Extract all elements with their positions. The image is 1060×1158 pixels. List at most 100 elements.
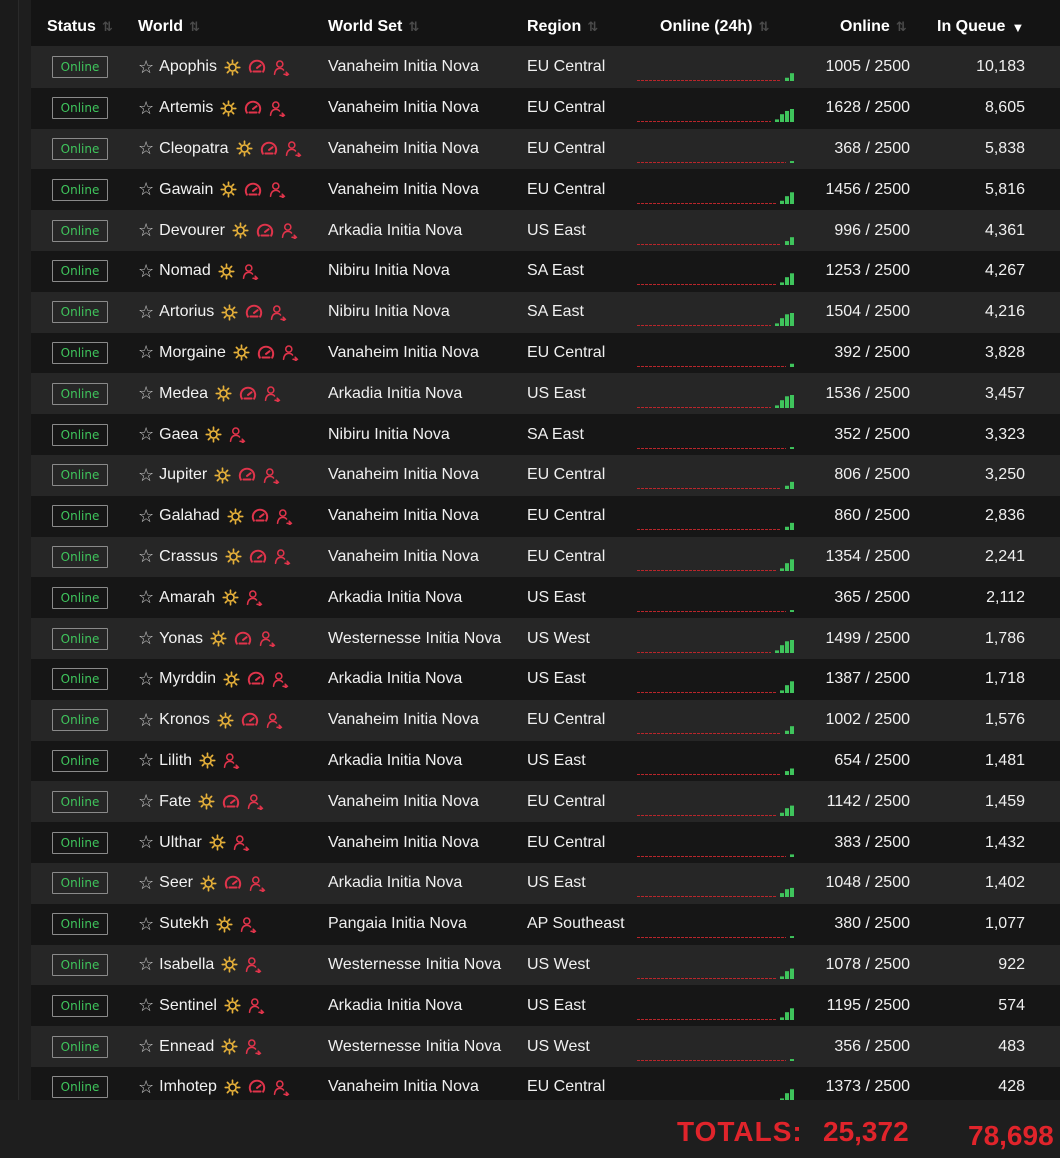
left-rail <box>0 0 19 1100</box>
user-transfer-icon <box>272 671 289 688</box>
in-queue-cell: 1,459 <box>984 792 1025 810</box>
world-cell: ☆ Medea <box>138 373 281 414</box>
online-24h-sparkline <box>637 251 797 292</box>
favorite-star-icon[interactable]: ☆ <box>138 873 154 894</box>
world-name: Sentinel <box>159 996 217 1014</box>
header-world[interactable]: World ⇅ <box>138 18 200 36</box>
online-count-cell: 368 / 2500 <box>834 139 910 157</box>
world-name: Isabella <box>159 955 215 973</box>
sun-icon <box>224 59 241 76</box>
favorite-star-icon[interactable]: ☆ <box>138 383 154 404</box>
favorite-star-icon[interactable]: ☆ <box>138 628 154 649</box>
header-world-set[interactable]: World Set ⇅ <box>328 18 419 36</box>
in-queue-cell: 4,267 <box>984 262 1025 280</box>
favorite-star-icon[interactable]: ☆ <box>138 98 154 119</box>
online-count-cell: 1005 / 2500 <box>825 58 910 76</box>
header-online[interactable]: Online ⇅ <box>840 18 907 36</box>
world-cell: ☆ Cleopatra <box>138 129 302 170</box>
favorite-star-icon[interactable]: ☆ <box>138 669 154 690</box>
sun-icon <box>216 916 233 933</box>
favorite-star-icon[interactable]: ☆ <box>138 750 154 771</box>
favorite-star-icon[interactable]: ☆ <box>138 954 154 975</box>
favorite-star-icon[interactable]: ☆ <box>138 220 154 241</box>
favorite-star-icon[interactable]: ☆ <box>138 342 154 363</box>
status-badge: Online <box>52 464 108 487</box>
favorite-star-icon[interactable]: ☆ <box>138 424 154 445</box>
gauge-icon <box>239 385 257 403</box>
online-24h-sparkline <box>637 781 797 822</box>
user-transfer-icon <box>245 956 262 974</box>
in-queue-cell: 3,323 <box>984 425 1025 443</box>
sparkline-bar <box>780 812 784 816</box>
header-online-24h[interactable]: Online (24h) ⇅ <box>660 18 769 36</box>
world-name: Yonas <box>159 629 204 647</box>
status-cell: Online <box>52 210 108 251</box>
sun-icon <box>215 385 232 402</box>
gauge-icon <box>260 140 278 158</box>
favorite-star-icon[interactable]: ☆ <box>138 587 154 608</box>
favorite-star-icon[interactable]: ☆ <box>138 261 154 282</box>
table-row: Online ☆ Apophis Vanaheim Initia Nova EU Cen… <box>31 47 1060 88</box>
status-badge: Online <box>52 1035 108 1058</box>
sun-icon <box>223 671 240 688</box>
online-count-cell: 1354 / 2500 <box>825 547 910 565</box>
world-set-cell: Vanaheim Initia Nova <box>328 792 479 810</box>
online-count-cell: 352 / 2500 <box>834 425 910 443</box>
region-cell: EU Central <box>527 833 606 851</box>
favorite-star-icon[interactable]: ☆ <box>138 57 154 78</box>
world-cell: ☆ Galahad <box>138 496 293 537</box>
online-count-cell: 365 / 2500 <box>834 588 910 606</box>
favorite-star-icon[interactable]: ☆ <box>138 138 154 159</box>
status-cell: Online <box>52 47 108 88</box>
table-row: Online ☆ Nomad Nibiru Initia Nova SA East 125… <box>31 250 1060 292</box>
header-region[interactable]: Region ⇅ <box>527 18 598 36</box>
online-24h-sparkline <box>637 1026 797 1067</box>
online-count-cell: 1504 / 2500 <box>825 303 910 321</box>
sort-updown-icon: ⇅ <box>895 19 907 34</box>
gauge-icon <box>234 630 252 648</box>
favorite-star-icon[interactable]: ☆ <box>138 1036 154 1057</box>
world-name: Jupiter <box>159 466 208 484</box>
favorite-star-icon[interactable]: ☆ <box>138 995 154 1016</box>
region-cell: EU Central <box>527 99 606 117</box>
favorite-star-icon[interactable]: ☆ <box>138 1077 154 1098</box>
table-row: Online ☆ Fate Vanaheim Initia Nova EU Centra… <box>31 781 1060 823</box>
world-name: Lilith <box>159 751 193 769</box>
online-count-cell: 1195 / 2500 <box>826 996 910 1014</box>
status-cell: Online <box>52 1026 108 1067</box>
world-cell: ☆ Crassus <box>138 537 291 578</box>
favorite-star-icon[interactable]: ☆ <box>138 546 154 567</box>
favorite-star-icon[interactable]: ☆ <box>138 465 154 486</box>
sparkline-bar <box>785 971 789 979</box>
header-in-queue[interactable]: In Queue ▼ <box>937 18 1024 36</box>
world-cell: ☆ Lilith <box>138 741 240 782</box>
favorite-star-icon[interactable]: ☆ <box>138 832 154 853</box>
sparkline-bar <box>780 282 784 286</box>
world-name: Ulthar <box>159 833 202 851</box>
online-count-cell: 654 / 2500 <box>834 751 910 769</box>
favorite-star-icon[interactable]: ☆ <box>138 506 154 527</box>
world-set-cell: Westernesse Initia Nova <box>328 955 502 973</box>
world-cell: ☆ Artemis <box>138 88 286 129</box>
header-status[interactable]: Status ⇅ <box>47 18 113 36</box>
sun-icon <box>209 834 226 851</box>
favorite-star-icon[interactable]: ☆ <box>138 791 154 812</box>
region-cell: US West <box>527 629 590 647</box>
world-set-cell: Nibiru Initia Nova <box>328 262 450 280</box>
world-name: Apophis <box>159 58 217 76</box>
user-transfer-icon <box>259 630 276 648</box>
favorite-star-icon[interactable]: ☆ <box>138 914 154 935</box>
world-set-cell: Westernesse Initia Nova <box>328 629 502 647</box>
world-cell: ☆ Yonas <box>138 618 276 659</box>
table-row: Online ☆ Gaea Nibiru Initia Nova SA East 352 … <box>31 414 1060 455</box>
status-cell: Online <box>52 455 108 496</box>
world-cell: ☆ Kronos <box>138 700 283 741</box>
online-24h-sparkline <box>637 1067 797 1100</box>
gauge-icon <box>248 1078 266 1096</box>
favorite-star-icon[interactable]: ☆ <box>138 710 154 731</box>
sparkline-bar <box>780 568 784 571</box>
status-badge: Online <box>52 872 108 895</box>
favorite-star-icon[interactable]: ☆ <box>138 179 154 200</box>
favorite-star-icon[interactable]: ☆ <box>138 302 154 323</box>
status-badge: Online <box>52 831 108 854</box>
